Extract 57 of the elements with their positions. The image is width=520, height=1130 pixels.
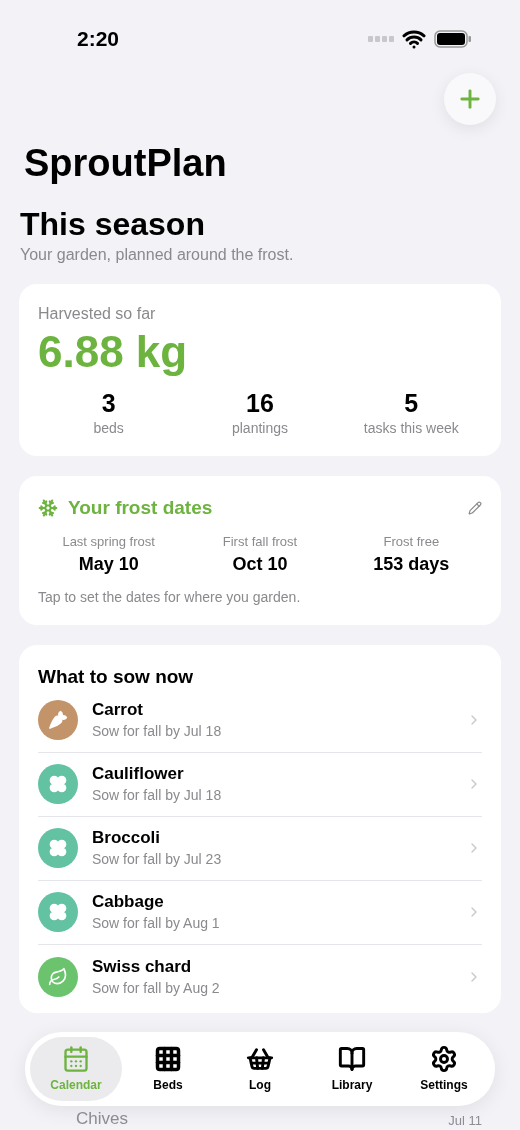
plant-row[interactable]: Swiss chard Sow for fall by Aug 2	[38, 944, 482, 1009]
stat-value: 5	[404, 388, 419, 418]
plant-row[interactable]: Cabbage Sow for fall by Aug 1	[38, 880, 482, 945]
leaf-icon	[48, 966, 68, 987]
flower-icon	[48, 838, 68, 858]
calendar-icon	[62, 1044, 90, 1073]
plant-row[interactable]: Carrot Sow for fall by Jul 18	[38, 688, 482, 753]
plant-detail: Sow for fall by Jul 18	[92, 722, 223, 741]
plant-name: Chives	[75, 1108, 128, 1129]
settings-icon	[430, 1044, 458, 1073]
plant-name: Swiss chard	[92, 955, 193, 978]
plant-name: Cauliflower	[92, 763, 185, 785]
app-title: SproutPlan	[23, 141, 228, 186]
grid-icon	[154, 1044, 182, 1073]
stat-value: 16	[246, 388, 274, 418]
add-button[interactable]	[444, 73, 496, 125]
carrot-icon	[48, 710, 68, 730]
tab-item[interactable]: Beds	[122, 1037, 214, 1101]
frost-card[interactable]: Your frost dates Last spring frost May 10 First fall frost Oct 10 Frost free 153 days Tap to set the dates for where you garden.	[19, 476, 501, 625]
stat-value: 3	[101, 388, 116, 418]
frost-date-label: Last spring frost	[62, 532, 155, 551]
tab-item[interactable]: Log	[214, 1037, 306, 1101]
frost-date-value: 153 days	[373, 552, 450, 576]
frost-date-value: Oct 10	[232, 552, 288, 576]
plant-name: Cabbage	[92, 891, 165, 913]
harvest-label: Harvested so far	[38, 304, 157, 324]
section-heading: This season	[19, 205, 206, 244]
stat-label: tasks this week	[363, 419, 459, 438]
plant-detail: Jul 11	[448, 1112, 482, 1129]
snowflake-icon	[38, 498, 58, 519]
plant-detail: Sow for fall by Jul 18	[92, 786, 223, 805]
plant-row[interactable]: Broccoli Sow for fall by Jul 23	[38, 816, 482, 881]
plant-name: Broccoli	[92, 827, 162, 849]
frost-date-label: Frost free	[383, 532, 440, 551]
flower-icon	[48, 902, 68, 922]
plant-detail: Sow for fall by Aug 2	[92, 978, 221, 998]
tab-item[interactable]: Library	[306, 1037, 398, 1101]
section-subtitle: Your garden, planned around the frost.	[19, 245, 295, 265]
status-time: 2:20	[77, 26, 120, 53]
frost-date-value: May 10	[78, 552, 139, 576]
stat-label: beds	[93, 419, 124, 438]
frost-date-label: First fall frost	[222, 532, 298, 551]
plant-row[interactable]: Cauliflower Sow for fall by Jul 18	[38, 752, 482, 817]
battery-icon	[434, 30, 472, 48]
plant-detail: Sow for fall by Jul 23	[92, 850, 223, 869]
edit-icon[interactable]	[468, 501, 482, 516]
signal-icon	[368, 36, 394, 42]
sow-title: What to sow now	[38, 664, 195, 689]
harvest-value: 6.88 kg	[38, 326, 189, 378]
plant-detail: Sow for fall by Aug 1	[92, 914, 221, 933]
plant-name: Carrot	[92, 699, 144, 721]
tab-item[interactable]: Settings	[398, 1037, 490, 1101]
book-icon	[338, 1044, 366, 1073]
frost-hint: Tap to set the dates for where you garden.	[38, 587, 302, 607]
stat-label: plantings	[231, 419, 288, 438]
flower-icon	[48, 774, 68, 794]
frost-title: Your frost dates	[68, 496, 213, 520]
